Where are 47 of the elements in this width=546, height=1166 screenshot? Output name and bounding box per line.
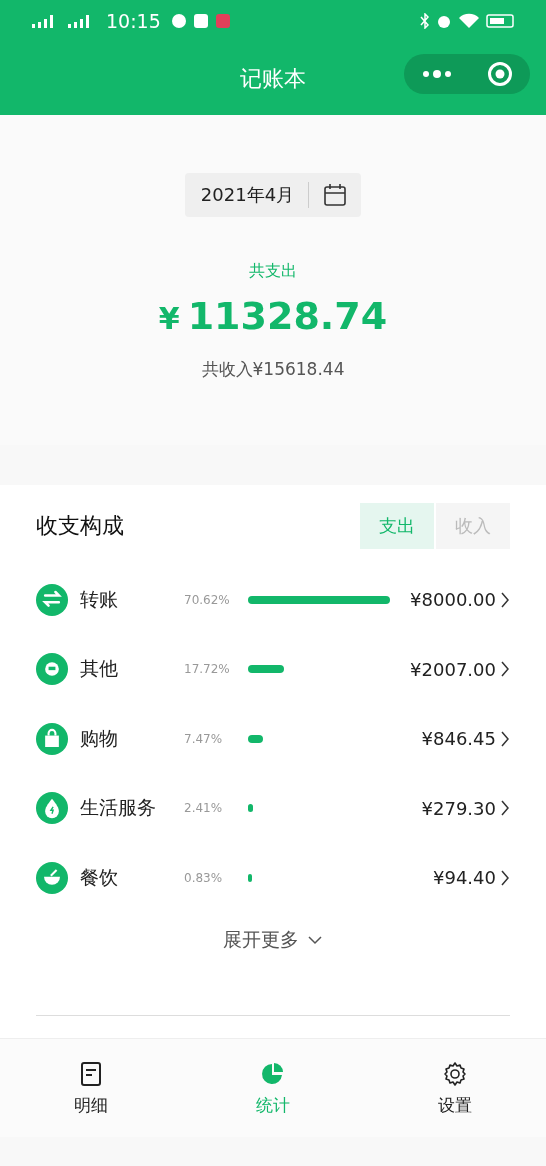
chevron-right-icon[interactable]	[500, 729, 510, 748]
share-bar	[248, 804, 253, 813]
category-percent: 70.62%	[184, 592, 231, 607]
nav-tab[interactable]: 明细	[0, 1039, 182, 1137]
category-icon	[36, 653, 68, 686]
more-icon[interactable]	[421, 70, 452, 78]
category-amount: ¥846.45	[420, 728, 496, 750]
category-icon	[36, 861, 68, 894]
category-icon	[36, 583, 68, 616]
section-title: 收支构成	[36, 512, 124, 540]
category-percent: 0.83%	[184, 870, 224, 885]
category-amount: ¥8000.00	[409, 589, 496, 611]
category-amount: ¥279.30	[420, 797, 496, 819]
category-icon	[36, 722, 68, 755]
app-title: 记账本	[240, 64, 306, 93]
category-percent: 7.47%	[184, 731, 224, 746]
category-icon	[36, 792, 68, 825]
month-picker[interactable]: 2021年4月	[184, 173, 362, 217]
category-name: 生活服务	[80, 795, 157, 821]
expense-label: 共支出	[249, 261, 297, 282]
expand-more-link[interactable]: 展开更多	[223, 926, 299, 953]
chevron-right-icon[interactable]	[500, 868, 510, 887]
status-time: 10:15	[106, 10, 161, 32]
nav-tab[interactable]: 设置	[364, 1039, 546, 1137]
category-percent: 2.41%	[184, 801, 224, 816]
wifi-icon	[458, 13, 480, 29]
chevron-right-icon[interactable]	[500, 660, 510, 679]
category-name: 其他	[80, 656, 119, 682]
category-amount: ¥2007.00	[409, 658, 496, 680]
expense-total: 11328.74	[187, 294, 388, 338]
category-percent: 17.72%	[184, 662, 231, 677]
category-amount: ¥94.40	[432, 867, 496, 889]
chevron-right-icon[interactable]	[500, 799, 510, 818]
share-bar	[248, 873, 252, 882]
category-name: 购物	[80, 725, 119, 751]
bluetooth-icon	[420, 13, 430, 29]
battery-icon	[486, 13, 516, 29]
settings-icon	[441, 1059, 469, 1088]
calendar-icon	[323, 183, 348, 207]
chevron-down-icon	[307, 934, 323, 945]
income-total: 共收入¥15618.44	[201, 358, 345, 381]
chevron-right-icon[interactable]	[500, 590, 510, 609]
share-bar	[248, 734, 263, 743]
category-name: 转账	[80, 586, 119, 612]
currency-symbol: ¥	[158, 301, 180, 336]
share-bar	[248, 665, 284, 674]
category-name: 餐饮	[80, 864, 119, 890]
